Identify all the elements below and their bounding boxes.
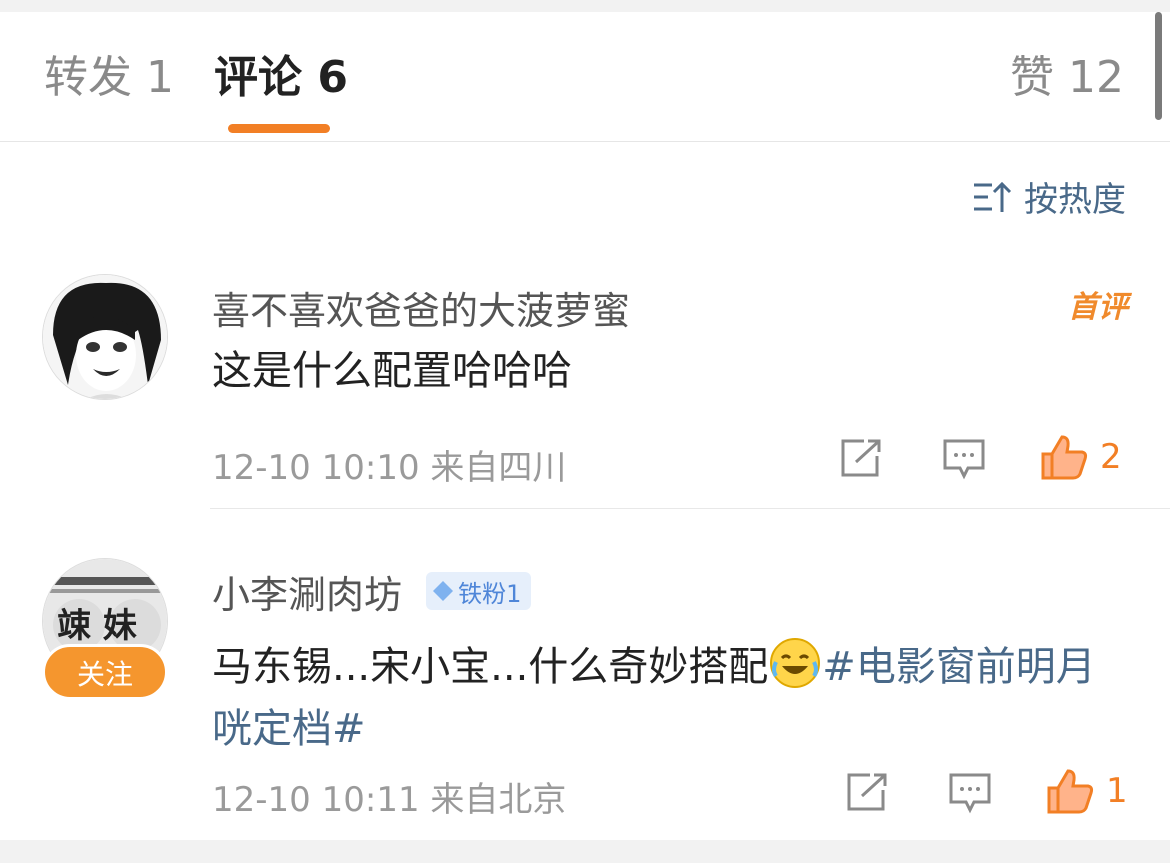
comment-icon bbox=[949, 773, 991, 814]
timestamp: 12-10 10:11 bbox=[212, 780, 420, 820]
comment-text: 这是什么配置哈哈哈 bbox=[212, 348, 572, 394]
comment-meta: 12-10 10:11 来自北京 bbox=[212, 772, 566, 821]
sort-icon bbox=[974, 181, 1012, 212]
comment-text-block: 马东锡...宋小宝...什么奇妙搭配 #电影窗前明月咣定档# bbox=[212, 636, 1132, 760]
share-button[interactable] bbox=[840, 438, 882, 478]
sort-button[interactable]: 按热度 bbox=[972, 172, 1126, 221]
username[interactable]: 喜不喜欢爸爸的大菠萝蜜 bbox=[212, 280, 630, 335]
anime-avatar-icon bbox=[43, 275, 167, 399]
tab-reposts[interactable]: 转发 1 bbox=[44, 50, 174, 106]
location: 来自北京 bbox=[430, 780, 567, 820]
laughing-crying-emoji-icon bbox=[770, 638, 821, 688]
share-icon bbox=[847, 773, 887, 811]
tab-likes[interactable]: 赞 12 bbox=[1010, 50, 1124, 106]
sort-label: 按热度 bbox=[1024, 180, 1126, 220]
share-button[interactable] bbox=[846, 772, 888, 812]
tab-comments[interactable]: 评论 6 bbox=[214, 50, 348, 106]
comments-card: 转发 1 评论 6 赞 12 按热度 喜不喜欢爸爸的大菠萝蜜 首评 这是什么配置… bbox=[0, 12, 1170, 840]
like-button[interactable]: 2 bbox=[1040, 434, 1122, 480]
follow-button[interactable]: 关注 bbox=[42, 644, 168, 700]
avatar[interactable] bbox=[42, 274, 168, 400]
first-comment-badge: 首评 bbox=[1068, 290, 1128, 325]
username[interactable]: 小李涮肉坊 bbox=[212, 573, 402, 617]
reply-button[interactable] bbox=[942, 438, 986, 480]
fan-badge-label: 铁粉1 bbox=[458, 579, 522, 608]
diamond-icon bbox=[433, 581, 454, 601]
comment-meta: 12-10 10:10 来自四川 bbox=[212, 440, 566, 489]
comment-icon bbox=[943, 439, 985, 480]
like-count: 2 bbox=[1100, 437, 1122, 477]
username-row: 小李涮肉坊 铁粉1 bbox=[212, 564, 532, 619]
thumbs-up-icon bbox=[1047, 769, 1094, 814]
timestamp: 12-10 10:10 bbox=[212, 448, 420, 488]
like-button[interactable]: 1 bbox=[1046, 768, 1128, 814]
thumbs-up-icon bbox=[1041, 435, 1088, 480]
fan-badge: 铁粉1 bbox=[426, 572, 532, 610]
comment-text: 马东锡...宋小宝...什么奇妙搭配 bbox=[212, 644, 769, 690]
divider bbox=[210, 508, 1170, 509]
location: 来自四川 bbox=[430, 448, 567, 488]
tab-bar: 转发 1 评论 6 赞 12 bbox=[0, 12, 1170, 142]
avatar-text: 竦 妹 bbox=[57, 606, 137, 646]
share-icon bbox=[841, 439, 881, 477]
like-count: 1 bbox=[1106, 771, 1128, 811]
reply-button[interactable] bbox=[948, 772, 992, 814]
active-tab-indicator bbox=[228, 124, 330, 133]
